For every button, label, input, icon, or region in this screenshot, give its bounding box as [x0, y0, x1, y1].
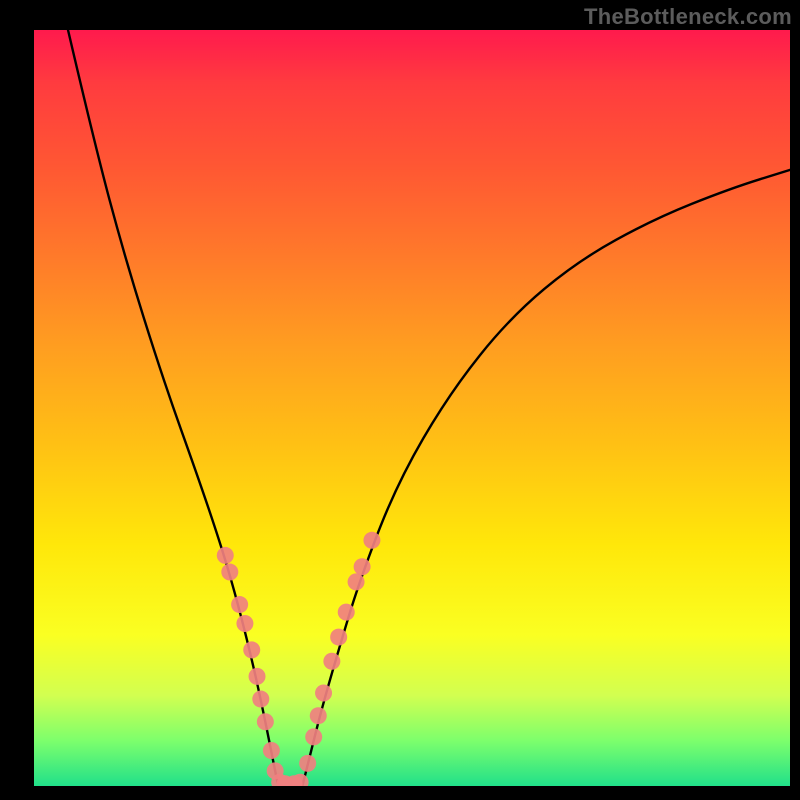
dot-left-dots [263, 742, 280, 759]
dot-left-dots [217, 547, 234, 564]
dot-left-dots [249, 668, 266, 685]
chart-frame: TheBottleneck.com [0, 0, 800, 800]
dot-right-dots [299, 755, 316, 772]
dot-left-dots [236, 615, 253, 632]
dot-left-dots [257, 713, 274, 730]
series-left-curve [68, 30, 278, 786]
dot-left-dots [252, 691, 269, 708]
dot-right-dots [305, 728, 322, 745]
chart-svg [34, 30, 790, 786]
dot-right-dots [310, 707, 327, 724]
scatter-group [217, 532, 381, 786]
dot-left-dots [221, 564, 238, 581]
watermark-label: TheBottleneck.com [584, 4, 792, 30]
plot-area [34, 30, 790, 786]
dot-left-dots [243, 641, 260, 658]
dot-right-dots [315, 685, 332, 702]
dot-right-dots [363, 532, 380, 549]
dot-left-dots [231, 596, 248, 613]
dot-right-dots [338, 604, 355, 621]
series-right-curve [302, 170, 790, 786]
dot-right-dots [330, 629, 347, 646]
dot-right-dots [348, 573, 365, 590]
dot-right-dots [323, 653, 340, 670]
series-group [68, 30, 790, 786]
dot-right-dots [354, 558, 371, 575]
